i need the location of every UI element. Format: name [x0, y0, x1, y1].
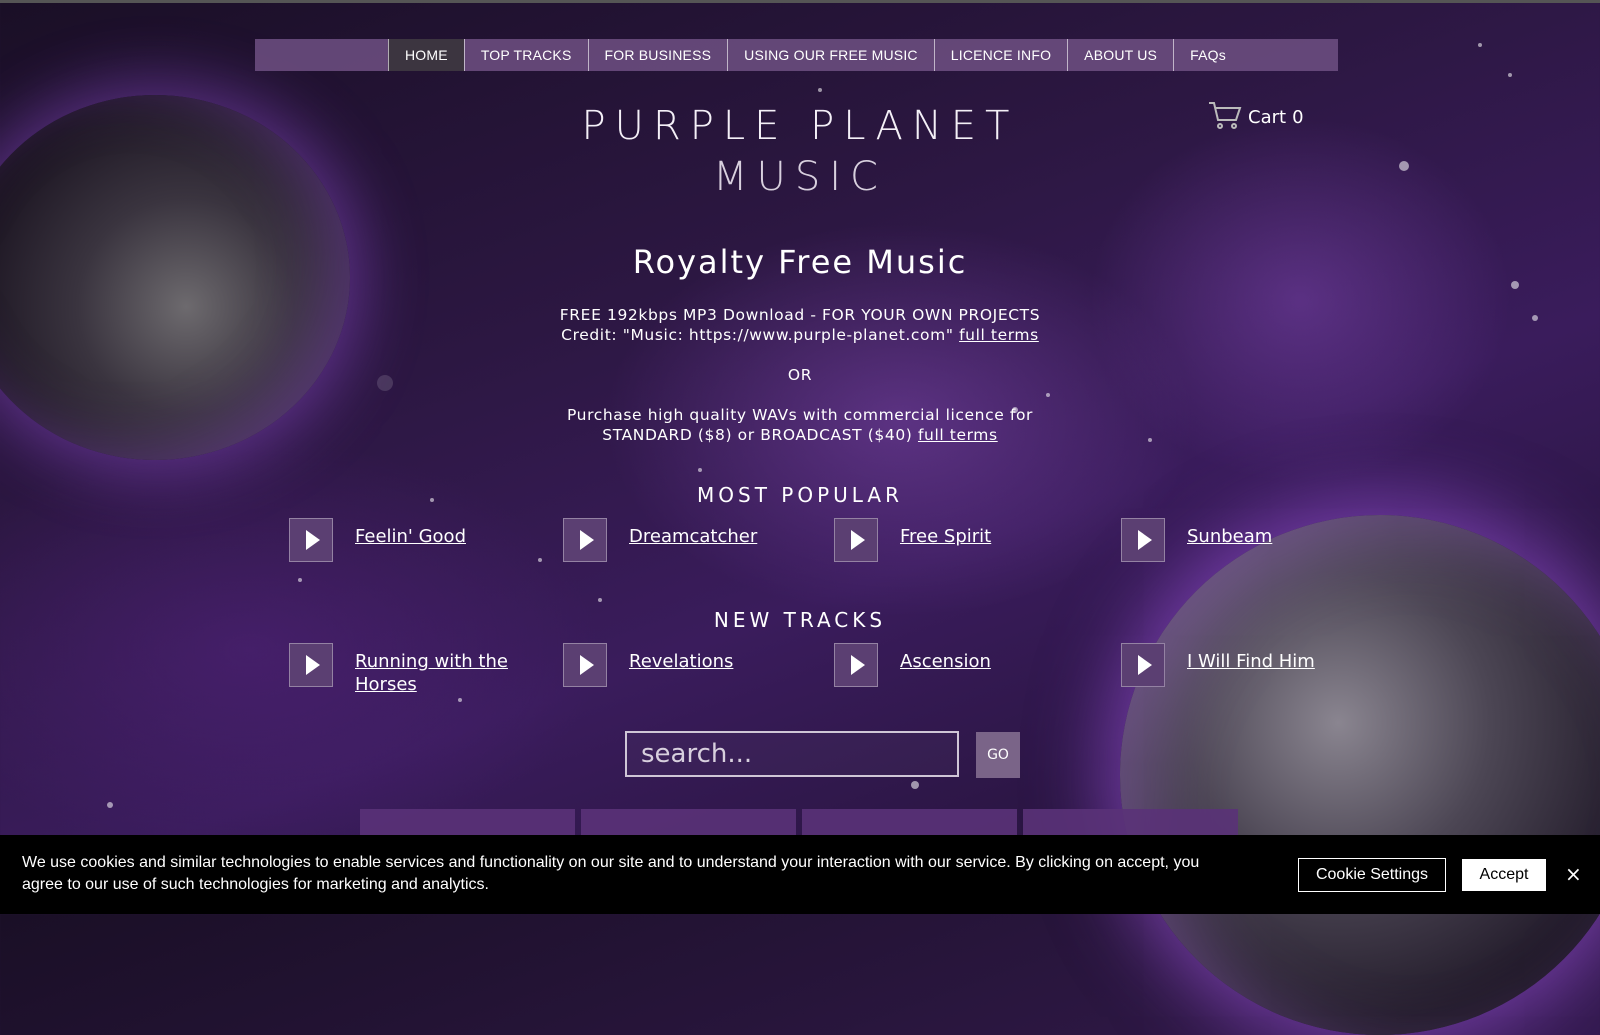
track-link[interactable]: Sunbeam: [1187, 525, 1357, 548]
track-item: Sunbeam: [1121, 518, 1357, 562]
track-link[interactable]: Free Spirit: [900, 525, 1070, 548]
logo-line-2: MUSIC: [713, 154, 887, 200]
track-link[interactable]: I Will Find Him: [1187, 650, 1357, 673]
full-terms-link-paid[interactable]: full terms: [918, 426, 998, 444]
track-item: Running with the Horses: [289, 643, 525, 696]
track-link[interactable]: Revelations: [629, 650, 799, 673]
play-button[interactable]: [289, 518, 333, 562]
free-download-line: FREE 192kbps MP3 Download - FOR YOUR OWN…: [559, 306, 1041, 324]
nav-item-for-business[interactable]: FOR BUSINESS: [587, 39, 728, 71]
purchase-line: Purchase high quality WAVs with commerci…: [566, 406, 1033, 424]
pricing-line: STANDARD ($8) or BROADCAST ($40) full te…: [0, 426, 1600, 444]
logo-line-1: PURPLE PLANET: [581, 103, 1019, 149]
nav-item-about-us[interactable]: ABOUT US: [1067, 39, 1173, 71]
play-button[interactable]: [1121, 518, 1165, 562]
track-item: Revelations: [563, 643, 799, 687]
or-separator: OR: [787, 366, 813, 384]
nav-item-using-free-music[interactable]: USING OUR FREE MUSIC: [727, 39, 934, 71]
credit-line: Credit: "Music: https://www.purple-plane…: [0, 326, 1600, 344]
accept-button[interactable]: Accept: [1462, 859, 1546, 891]
play-button[interactable]: [563, 518, 607, 562]
new-tracks-heading: NEW TRACKS: [713, 608, 887, 632]
nav-item-licence-info[interactable]: LICENCE INFO: [933, 39, 1067, 71]
main-nav: HOME TOP TRACKS FOR BUSINESS USING OUR F…: [255, 39, 1338, 71]
cookie-settings-button[interactable]: Cookie Settings: [1298, 858, 1446, 892]
nav-item-faqs[interactable]: FAQs: [1173, 39, 1242, 71]
track-item: I Will Find Him: [1121, 643, 1357, 687]
close-icon[interactable]: ×: [1565, 862, 1582, 886]
cookie-message: We use cookies and similar technologies …: [22, 854, 1200, 893]
full-terms-link-free[interactable]: full terms: [959, 326, 1039, 344]
search-input[interactable]: [625, 731, 959, 777]
play-button[interactable]: [289, 643, 333, 687]
play-button[interactable]: [1121, 643, 1165, 687]
track-item: Dreamcatcher: [563, 518, 799, 562]
track-link[interactable]: Ascension: [900, 650, 1070, 673]
top-border: [0, 0, 1600, 3]
credit-text: Credit: "Music: https://www.purple-plane…: [561, 326, 954, 344]
play-button[interactable]: [834, 643, 878, 687]
track-item: Ascension: [834, 643, 1070, 687]
most-popular-heading: MOST POPULAR: [697, 483, 903, 507]
track-link[interactable]: Dreamcatcher: [629, 525, 799, 548]
nav-item-home[interactable]: HOME: [388, 39, 464, 71]
page-title: Royalty Free Music: [632, 243, 968, 281]
nav-item-top-tracks[interactable]: TOP TRACKS: [463, 39, 588, 71]
track-item: Feelin' Good: [289, 518, 525, 562]
play-button[interactable]: [834, 518, 878, 562]
play-button[interactable]: [563, 643, 607, 687]
track-item: Free Spirit: [834, 518, 1070, 562]
track-link[interactable]: Feelin' Good: [355, 525, 525, 548]
track-link[interactable]: Running with the Horses: [355, 650, 525, 696]
planet-right-decoration: [1120, 515, 1600, 1035]
search-go-button[interactable]: GO: [976, 732, 1020, 778]
pricing-text: STANDARD ($8) or BROADCAST ($40): [602, 426, 913, 444]
